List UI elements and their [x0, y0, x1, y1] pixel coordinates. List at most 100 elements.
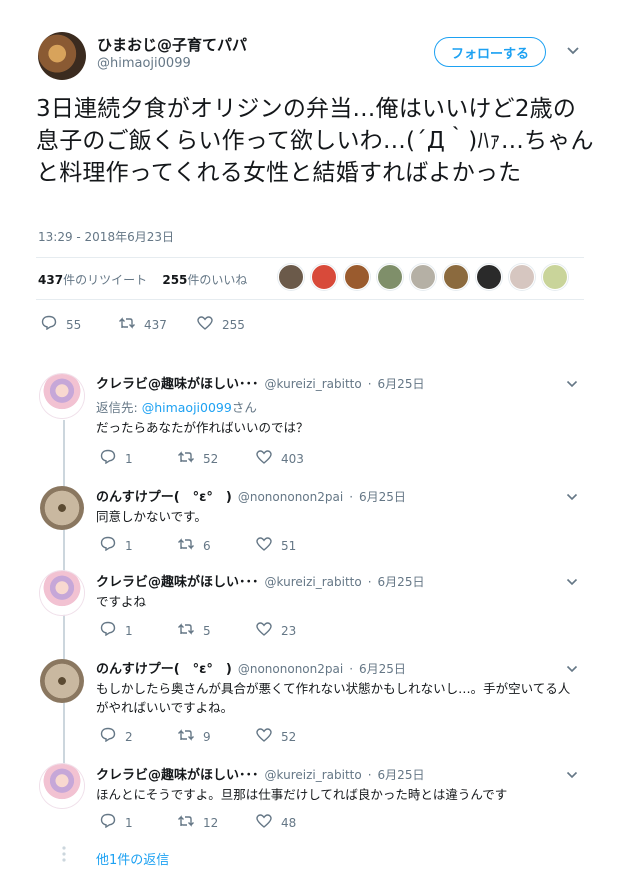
retweet-button[interactable]: 437	[118, 316, 196, 334]
heart-icon	[255, 449, 273, 468]
author-name[interactable]: ひまおじ@子育てパパ	[97, 34, 247, 55]
reply-date[interactable]: 6月25日	[359, 660, 406, 677]
reply-date[interactable]: 6月25日	[378, 573, 425, 590]
reply-text: ほんとにそうですよ。旦那は仕事だけしてれば良かった時とは違うんです	[96, 787, 508, 802]
chevron-down-icon[interactable]	[566, 376, 578, 392]
liker-avatar[interactable]	[476, 264, 502, 290]
reply-button[interactable]: 1	[99, 813, 177, 832]
retweet-button[interactable]: 5	[177, 622, 255, 640]
author-handle[interactable]: @himaoji0099	[97, 56, 191, 71]
retweet-button[interactable]: 52	[177, 450, 255, 468]
reply-icon	[40, 315, 58, 334]
retweet-button[interactable]: 9	[177, 728, 255, 746]
retweet-icon	[118, 316, 136, 334]
reply-actions: 1 6 51	[99, 536, 296, 555]
liker-avatar[interactable]	[377, 264, 403, 290]
reply-author-name[interactable]: クレラビ@趣味がほしい･･･	[96, 373, 259, 392]
reply-header: クレラビ@趣味がほしい･･･ @kureizi_rabitto · 6月25日	[96, 571, 424, 590]
author-avatar[interactable]	[38, 32, 86, 80]
retweet-button[interactable]: 12	[177, 814, 255, 832]
chevron-down-icon[interactable]	[566, 767, 578, 783]
liker-avatar[interactable]	[509, 264, 535, 290]
like-button[interactable]: 23	[255, 621, 296, 640]
chevron-down-icon[interactable]	[566, 489, 578, 505]
liker-avatar[interactable]	[311, 264, 337, 290]
heart-icon	[255, 536, 273, 555]
heart-icon	[255, 813, 273, 832]
reply-button[interactable]: 1	[99, 621, 177, 640]
reply-date[interactable]: 6月25日	[359, 488, 406, 505]
reply-button[interactable]: 1	[99, 449, 177, 468]
reply-text: だったらあなたが作ればいいのでは？	[96, 420, 309, 435]
reply-author-handle[interactable]: @kureizi_rabitto	[265, 377, 362, 391]
like-button[interactable]: 52	[255, 727, 296, 746]
reply-actions: 1 52 403	[99, 449, 304, 468]
reply-header: のんすけプー( °ε° ) @nonononon2pai · 6月25日	[96, 658, 406, 677]
reply-icon	[99, 727, 117, 746]
reply-to-handle[interactable]: @himaoji0099	[142, 400, 232, 415]
liker-avatar[interactable]	[443, 264, 469, 290]
reply-button[interactable]: 1	[99, 536, 177, 555]
reply-author-handle[interactable]: @kureizi_rabitto	[265, 768, 362, 782]
reply-avatar[interactable]	[40, 571, 84, 615]
divider	[36, 299, 584, 300]
reply-to: 返信先: @himaoji0099さん	[96, 400, 257, 415]
chevron-down-icon[interactable]	[566, 44, 580, 60]
reply-button[interactable]: 2	[99, 727, 177, 746]
retweet-icon	[177, 450, 195, 468]
chevron-down-icon[interactable]	[566, 574, 578, 590]
follow-button[interactable]: フォローする	[434, 37, 546, 67]
liker-avatar[interactable]	[542, 264, 568, 290]
liker-avatar[interactable]	[344, 264, 370, 290]
reply-author-name[interactable]: のんすけプー( °ε° )	[96, 658, 232, 677]
chevron-down-icon[interactable]	[566, 661, 578, 677]
like-button[interactable]: 403	[255, 449, 304, 468]
liker-avatar[interactable]	[410, 264, 436, 290]
retweet-icon	[177, 537, 195, 555]
show-more-replies-link[interactable]: 他1件の返信	[96, 849, 169, 868]
reply-button[interactable]: 55	[40, 315, 118, 334]
heart-icon	[255, 621, 273, 640]
reply-author-handle[interactable]: @kureizi_rabitto	[265, 575, 362, 589]
reply-date[interactable]: 6月25日	[378, 766, 425, 783]
reply-date[interactable]: 6月25日	[378, 375, 425, 392]
like-button[interactable]: 48	[255, 813, 296, 832]
reply-avatar[interactable]	[40, 374, 84, 418]
liker-avatars	[278, 264, 568, 290]
liker-avatar[interactable]	[278, 264, 304, 290]
retweet-icon	[177, 622, 195, 640]
heart-icon	[255, 727, 273, 746]
reply-avatar[interactable]	[40, 659, 84, 703]
reply-text: ですよね	[96, 594, 147, 609]
reply-author-handle[interactable]: @nonononon2pai	[238, 662, 343, 676]
retweets-stat[interactable]: 437件のリツイート	[38, 273, 147, 287]
reply-text: 同意しかないです。	[96, 509, 207, 524]
reply-header: クレラビ@趣味がほしい･･･ @kureizi_rabitto · 6月25日	[96, 373, 424, 392]
reply-actions: 2 9 52	[99, 727, 296, 746]
reply-text: もしかしたら奥さんが具合が悪くて作れない状態かもしれないし…。手が空いてる人がや…	[96, 681, 571, 715]
likes-stat[interactable]: 255件のいいね	[162, 273, 247, 287]
reply-icon	[99, 621, 117, 640]
reply-author-name[interactable]: クレラビ@趣味がほしい･･･	[96, 764, 259, 783]
reply-actions: 1 5 23	[99, 621, 296, 640]
thread-dots	[58, 845, 70, 879]
separator-dot: ·	[367, 768, 372, 782]
like-button[interactable]: 255	[196, 315, 245, 334]
retweet-icon	[177, 814, 195, 832]
like-button[interactable]: 51	[255, 536, 296, 555]
reply-author-handle[interactable]: @nonononon2pai	[238, 490, 343, 504]
reply-icon	[99, 536, 117, 555]
retweet-icon	[177, 728, 195, 746]
tweet-timestamp[interactable]: 13:29 - 2018年6月23日	[38, 228, 174, 245]
reply-author-name[interactable]: クレラビ@趣味がほしい･･･	[96, 571, 259, 590]
retweet-button[interactable]: 6	[177, 537, 255, 555]
heart-icon	[196, 315, 214, 334]
reply-actions: 1 12 48	[99, 813, 296, 832]
tweet-text: 3日連続夕食がオリジンの弁当…俺はいいけど2歳の息子のご飯くらい作って欲しいわ……	[36, 96, 594, 186]
reply-header: クレラビ@趣味がほしい･･･ @kureizi_rabitto · 6月25日	[96, 764, 424, 783]
reply-author-name[interactable]: のんすけプー( °ε° )	[96, 486, 232, 505]
separator-dot: ·	[349, 662, 354, 676]
reply-icon	[99, 449, 117, 468]
reply-avatar[interactable]	[40, 486, 84, 530]
reply-avatar[interactable]	[40, 764, 84, 808]
